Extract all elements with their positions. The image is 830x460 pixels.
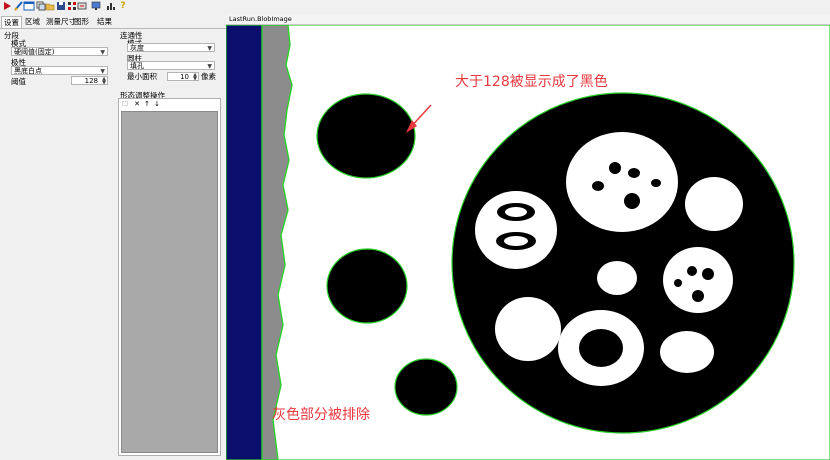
main-toolbar: ?: [0, 0, 830, 15]
open-folder-icon[interactable]: [45, 1, 55, 11]
morph-ops-panel: ☐ ✕ ↑ ↓: [118, 98, 221, 456]
min-area-input[interactable]: 10 ▲ ▼: [167, 72, 199, 82]
chevron-down-icon: ▼: [100, 49, 105, 56]
hole-lower-right: [660, 331, 714, 373]
move-up-icon[interactable]: ↑: [143, 100, 151, 108]
hole-right-top: [685, 177, 743, 231]
save-icon[interactable]: [56, 1, 66, 11]
pen-icon[interactable]: [13, 1, 23, 11]
threshold-input[interactable]: 128 ▲ ▼: [71, 76, 108, 86]
min-area-value: 10: [180, 73, 189, 81]
polarity-value: 黑底白点: [14, 67, 42, 75]
image-window: LastRun.BlobImage 大于128被显示成了黑色 灰色部分被排除: [226, 14, 830, 460]
morph-ops-list[interactable]: [121, 111, 218, 453]
blob-small-middle: [326, 248, 408, 324]
hole-lower-left: [495, 297, 561, 361]
monitor-icon[interactable]: [91, 1, 101, 11]
min-area-unit: 像素: [201, 72, 216, 81]
mode-select[interactable]: 硬阈值(固定) ▼: [11, 47, 108, 56]
mode-value: 硬阈值(固定): [14, 48, 55, 56]
tab-strip: 设置 区域 测量尺寸 图形 结果: [0, 16, 226, 29]
fill-value: 填孔: [130, 62, 144, 70]
spinner-icon: ▲ ▼: [102, 76, 106, 86]
navy-strip: [226, 25, 262, 460]
settings-panel: 设置 区域 测量尺寸 图形 结果 分段 模式 硬阈值(固定) ▼ 极性 黑底白点 ▼…: [0, 14, 226, 460]
tab-graphics[interactable]: 图形: [72, 16, 91, 27]
threshold-label: 阈值: [11, 77, 26, 86]
spinner-icon: ▲ ▼: [193, 72, 197, 82]
image-window-title: LastRun.BlobImage: [226, 14, 830, 25]
hole-left: [475, 191, 557, 269]
help-icon[interactable]: ?: [118, 1, 128, 11]
run-icon[interactable]: [2, 1, 12, 11]
annotation-bottom: 灰色部分被排除: [272, 407, 370, 423]
chevron-down-icon: ▼: [207, 45, 212, 52]
add-icon[interactable]: ☐: [121, 100, 129, 108]
min-area-label: 最小面积: [127, 72, 157, 81]
grid-icon[interactable]: [67, 1, 77, 11]
annotation-top: 大于128被显示成了黑色: [455, 74, 608, 90]
fill-select[interactable]: 填孔 ▼: [127, 61, 215, 70]
tab-settings[interactable]: 设置: [1, 16, 22, 28]
tab-region[interactable]: 区域: [23, 16, 42, 27]
tab-results[interactable]: 结果: [95, 16, 114, 27]
hole-top-center: [566, 132, 678, 232]
hole-right-middle: [663, 247, 733, 313]
connectivity-mode-value: 灰度: [130, 44, 144, 52]
polarity-select[interactable]: 黑底白点 ▼: [11, 66, 108, 75]
chevron-down-icon: ▼: [100, 68, 105, 75]
blob-small-bottom: [394, 358, 458, 416]
hole-center-small: [597, 261, 637, 295]
blob-small-top: [316, 93, 416, 179]
chart-icon[interactable]: [106, 1, 116, 11]
window-icon[interactable]: [23, 1, 35, 11]
move-down-icon[interactable]: ↓: [153, 100, 161, 108]
swap-icon[interactable]: [77, 1, 87, 11]
connectivity-mode-select[interactable]: 灰度 ▼: [127, 43, 215, 52]
chevron-down-icon: ▼: [207, 63, 212, 70]
threshold-value: 128: [84, 77, 98, 85]
delete-icon[interactable]: ✕: [133, 100, 141, 108]
